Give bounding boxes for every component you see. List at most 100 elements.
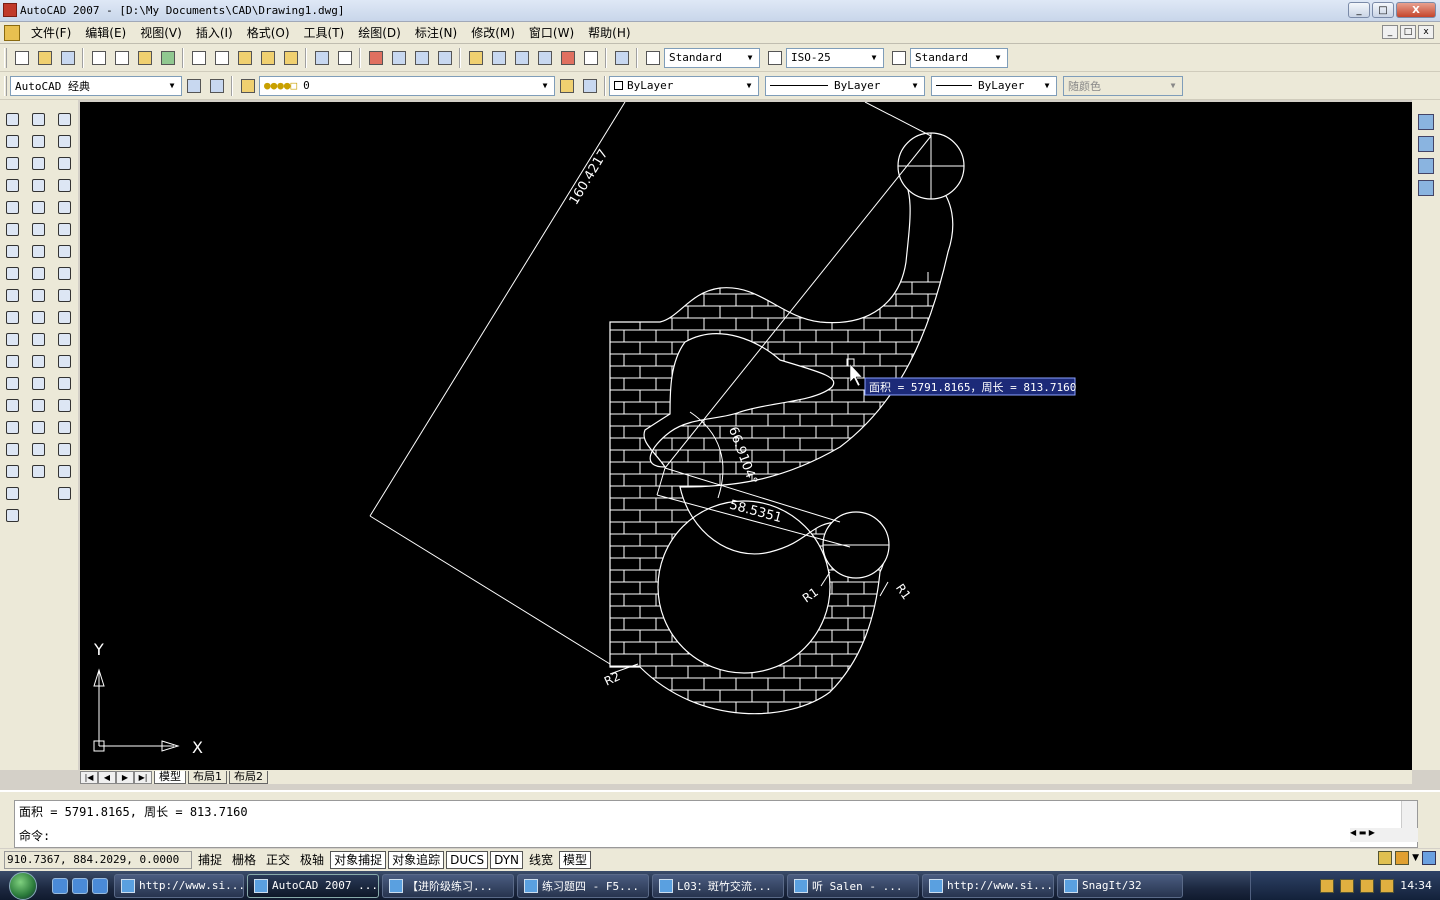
redo-icon[interactable]	[334, 47, 355, 68]
center-mark-icon[interactable]	[54, 394, 74, 416]
ellipse-icon[interactable]	[2, 306, 22, 328]
dim-style-manager-icon[interactable]	[54, 482, 74, 504]
extend-icon[interactable]	[28, 328, 48, 350]
workspace-select[interactable]: AutoCAD 经典 ▼	[10, 75, 182, 96]
print-icon[interactable]	[88, 47, 109, 68]
lineweight-toggle[interactable]: 线宽	[525, 851, 557, 869]
stretch-icon[interactable]	[28, 284, 48, 306]
new-file-icon[interactable]	[11, 47, 32, 68]
keyboard-icon[interactable]	[1320, 878, 1335, 893]
match-properties-icon[interactable]	[257, 47, 278, 68]
offset-icon[interactable]	[28, 174, 48, 196]
tool-palettes-icon[interactable]	[511, 47, 532, 68]
dim-update-icon[interactable]	[54, 460, 74, 482]
zoom-window-icon[interactable]	[411, 47, 432, 68]
tab-model[interactable]: 模型	[154, 770, 186, 784]
document-icon[interactable]	[4, 24, 20, 41]
spline-icon[interactable]	[2, 284, 22, 306]
prev-tab-button[interactable]: ◀	[98, 770, 116, 784]
brick-hatch[interactable]	[600, 272, 980, 732]
workspace-settings-icon[interactable]	[183, 75, 204, 96]
table-style-icon[interactable]	[888, 47, 909, 68]
task-l03[interactable]: L03：斑竹交流...	[652, 873, 784, 898]
linear-dim-icon[interactable]	[54, 108, 74, 130]
arc-length-icon[interactable]	[54, 152, 74, 174]
menu-insert[interactable]: 插入(I)	[189, 24, 240, 41]
ellipse-arc-icon[interactable]	[2, 328, 22, 350]
task-autocad[interactable]: AutoCAD 2007 ...	[247, 873, 379, 898]
browser-icon[interactable]	[92, 877, 108, 894]
3d-dwf-icon[interactable]	[157, 47, 178, 68]
copy-object-icon[interactable]	[28, 130, 48, 152]
dim-text-edit-icon[interactable]	[54, 438, 74, 460]
save-icon[interactable]	[57, 47, 78, 68]
model-toggle[interactable]: 模型	[559, 851, 592, 869]
start-button[interactable]	[0, 871, 46, 900]
layer-previous-icon[interactable]	[579, 75, 600, 96]
snap-toggle[interactable]: 捕捉	[194, 851, 226, 869]
polyline-icon[interactable]	[2, 152, 22, 174]
ordinate-dim-icon[interactable]	[54, 174, 74, 196]
construction-line-icon[interactable]	[2, 130, 22, 152]
menu-dimension[interactable]: 标注(N)	[408, 24, 464, 41]
undo-icon[interactable]	[311, 47, 332, 68]
layer-manager-icon[interactable]	[237, 75, 258, 96]
menu-window[interactable]: 窗口(W)	[522, 24, 581, 41]
toolbar-grip[interactable]	[4, 75, 7, 96]
arc-icon[interactable]	[2, 218, 22, 240]
grid-toggle[interactable]: 栅格	[228, 851, 260, 869]
fillet-icon[interactable]	[28, 438, 48, 460]
menu-view[interactable]: 视图(V)	[133, 24, 189, 41]
scale-icon[interactable]	[28, 262, 48, 284]
menu-tools[interactable]: 工具(T)	[297, 24, 352, 41]
table-icon[interactable]	[2, 482, 22, 504]
lower-circle[interactable]	[657, 500, 831, 674]
join-icon[interactable]	[28, 394, 48, 416]
continue-dim-icon[interactable]	[54, 328, 74, 350]
doc-minimize-button[interactable]: _	[1382, 25, 1398, 39]
dim-style-icon[interactable]	[764, 47, 785, 68]
doc-restore-button[interactable]: □	[1400, 25, 1416, 39]
help-icon[interactable]	[611, 47, 632, 68]
task-browser-2[interactable]: http://www.si...	[922, 873, 1054, 898]
first-tab-button[interactable]: |◀	[80, 770, 98, 784]
markup-icon[interactable]	[557, 47, 578, 68]
minimize-button[interactable]: _	[1348, 2, 1370, 18]
menu-modify[interactable]: 修改(M)	[464, 24, 522, 41]
dim-style-select[interactable]: ISO-25 ▼	[786, 47, 884, 68]
rectangle-icon[interactable]	[2, 196, 22, 218]
open-file-icon[interactable]	[34, 47, 55, 68]
insert-block-icon[interactable]	[2, 350, 22, 372]
baseline-dim-icon[interactable]	[54, 306, 74, 328]
paste-icon[interactable]	[234, 47, 255, 68]
pan-icon[interactable]	[365, 47, 386, 68]
coordinate-readout[interactable]: 910.7367, 884.2029, 0.0000	[4, 851, 192, 869]
radius-label-3[interactable]: R2	[602, 669, 622, 688]
polygon-icon[interactable]	[2, 174, 22, 196]
workspace-save-icon[interactable]	[206, 75, 227, 96]
aligned-dim-text[interactable]: 160.4217	[567, 147, 612, 208]
text-style-icon[interactable]	[642, 47, 663, 68]
clean-screen-icon[interactable]	[1422, 851, 1436, 865]
make-block-icon[interactable]	[2, 372, 22, 394]
tray-icon[interactable]	[1340, 878, 1355, 893]
gradient-icon[interactable]	[2, 438, 22, 460]
maximize-button[interactable]: □	[1372, 2, 1394, 18]
revision-cloud-icon[interactable]	[2, 262, 22, 284]
color-select[interactable]: ByLayer ▼	[609, 75, 759, 96]
bring-above-icon[interactable]	[1418, 158, 1434, 174]
aligned-dim-icon[interactable]	[54, 130, 74, 152]
command-scrollbar[interactable]	[1401, 801, 1417, 831]
table-style-select[interactable]: Standard ▼	[910, 47, 1008, 68]
command-hscroll[interactable]: ◀ ▬ ▶	[1350, 828, 1418, 842]
menu-format[interactable]: 格式(O)	[240, 24, 297, 41]
multiline-text-icon[interactable]	[2, 504, 22, 526]
command-window[interactable]: 面积 = 5791.8165, 周长 = 813.7160 命令:	[14, 800, 1418, 848]
erase-icon[interactable]	[28, 108, 48, 130]
desktop-icon[interactable]	[72, 877, 88, 894]
publish-icon[interactable]	[134, 47, 155, 68]
linetype-select[interactable]: ByLayer ▼	[765, 75, 925, 96]
toolbar-grip[interactable]	[4, 47, 7, 68]
ducs-toggle[interactable]: DUCS	[446, 851, 489, 869]
menu-edit[interactable]: 编辑(E)	[78, 24, 133, 41]
